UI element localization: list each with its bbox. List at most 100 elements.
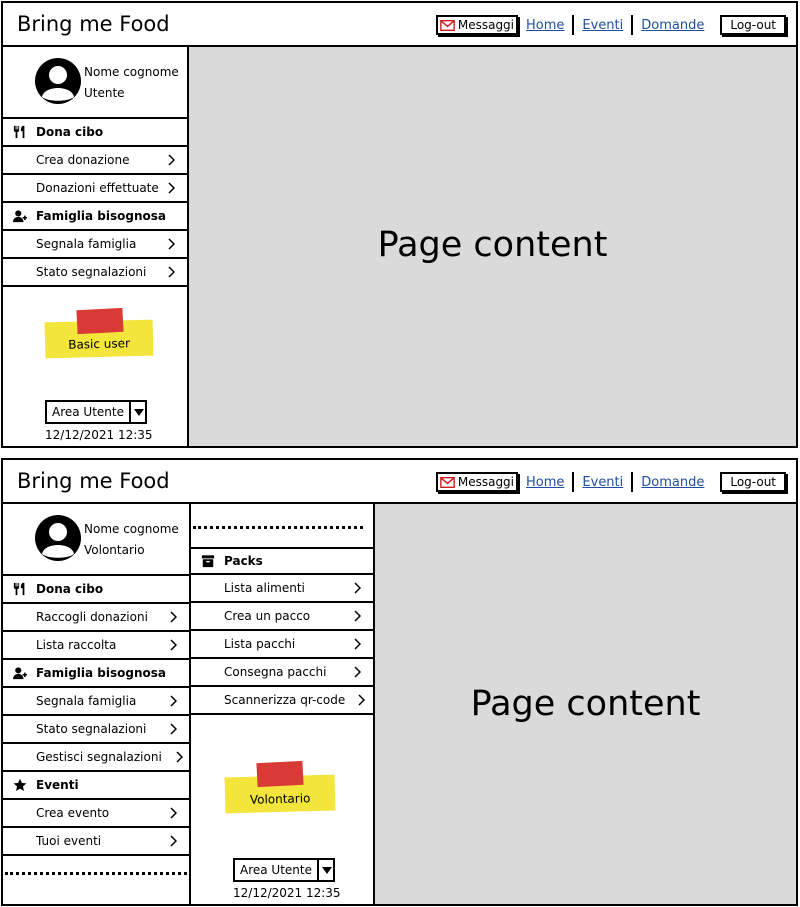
chevron-right-icon [170, 611, 177, 623]
dropdown-arrow-icon[interactable] [317, 858, 335, 882]
user-info: Nome cognome Volontario [84, 519, 179, 561]
sidebar-item-label: Segnala famiglia [36, 237, 137, 251]
chevron-right-icon [354, 638, 361, 650]
packs-item-scannerizza-qr-code[interactable]: Scannerizza qr-code [191, 687, 373, 715]
sidebar-item-tuoi-eventi[interactable]: Tuoi eventi [3, 828, 189, 856]
sidebar-item-label: Raccogli donazioni [36, 610, 148, 624]
top-nav: Messaggi Home Eventi Domande Log-out [435, 12, 786, 38]
sidebar: Nome cognome Volontario Dona cibo Raccog… [3, 504, 189, 904]
sidebar-item-label: Stato segnalazioni [36, 722, 147, 736]
chevron-right-icon [176, 751, 183, 763]
chevron-right-icon [354, 610, 361, 622]
area-select[interactable]: Area Utente [233, 858, 335, 882]
page-content: Page content [375, 504, 796, 904]
sidebar-item-crea-evento[interactable]: Crea evento [3, 800, 189, 828]
messages-button[interactable]: Messaggi [435, 472, 519, 492]
sidebar-item-label: Tuoi eventi [36, 834, 102, 848]
sidebar-item-label: Donazioni effettuate [36, 181, 159, 195]
questions-link[interactable]: Domande [633, 475, 712, 490]
chevron-right-icon [170, 835, 177, 847]
chevron-right-icon [168, 238, 175, 250]
tape [256, 760, 304, 788]
screen-volontario: Bring me Food Messaggi Home Eventi Doman… [1, 458, 798, 906]
dropdown-arrow-icon[interactable] [129, 400, 147, 424]
sidebar-item-label: Gestisci segnalazioni [36, 750, 162, 764]
chevron-right-icon [170, 639, 177, 651]
chevron-right-icon [168, 266, 175, 278]
packs-item-label: Scannerizza qr-code [224, 693, 346, 707]
packs-item-label: Consegna pacchi [224, 665, 327, 679]
section-label: Famiglia bisognosa [36, 209, 167, 223]
sidebar-item-label: Lista raccolta [36, 638, 117, 652]
chevron-right-icon [358, 694, 365, 706]
section-dona-cibo: Dona cibo [3, 576, 189, 604]
chevron-right-icon [354, 582, 361, 594]
section-famiglia-bisognosa: Famiglia bisognosa [3, 203, 187, 231]
section-label: Eventi [36, 778, 79, 792]
role-badge: Volontario [224, 760, 336, 814]
sidebar-item-crea-donazione[interactable]: Crea donazione [3, 147, 187, 175]
header: Bring me Food Messaggi Home Eventi Doman… [3, 3, 796, 47]
sidebar-item-raccogli-donazioni[interactable]: Raccogli donazioni [3, 604, 189, 632]
events-link[interactable]: Eventi [574, 475, 631, 490]
sidebar-item-label: Segnala famiglia [36, 694, 137, 708]
envelope-icon [440, 19, 455, 31]
avatar-icon [35, 58, 81, 104]
chevron-right-icon [170, 723, 177, 735]
sidebar-item-label: Stato segnalazioni [36, 265, 147, 279]
packs-item-crea-un-pacco[interactable]: Crea un pacco [191, 603, 373, 631]
logout-button[interactable]: Log-out [720, 15, 786, 35]
top-nav: Messaggi Home Eventi Domande Log-out [435, 469, 786, 495]
home-link[interactable]: Home [518, 475, 572, 490]
sidebar-item-segnala-famiglia[interactable]: Segnala famiglia [3, 688, 189, 716]
dotted-divider [193, 526, 363, 529]
section-label: Packs [224, 554, 263, 568]
packs-item-lista-pacchi[interactable]: Lista pacchi [191, 631, 373, 659]
sidebar-item-lista-raccolta[interactable]: Lista raccolta [3, 632, 189, 660]
section-label: Dona cibo [36, 582, 104, 596]
sidebar-item-stato-segnalazioni[interactable]: Stato segnalazioni [3, 716, 189, 744]
sidebar-item-segnala-famiglia[interactable]: Segnala famiglia [3, 231, 187, 259]
area-select[interactable]: Area Utente [45, 400, 147, 424]
role-badge: Basic user [44, 307, 154, 359]
chevron-right-icon [170, 807, 177, 819]
dotted-divider [5, 872, 187, 875]
archive-box-icon [201, 555, 215, 568]
questions-link[interactable]: Domande [633, 18, 712, 33]
page-content-label: Page content [377, 225, 608, 265]
user-name: Nome cognome [84, 522, 179, 536]
fork-knife-icon [13, 582, 25, 596]
sidebar-item-gestisci-segnalazioni[interactable]: Gestisci segnalazioni [3, 744, 189, 772]
packs-item-label: Crea un pacco [224, 609, 311, 623]
chevron-right-icon [354, 666, 361, 678]
sidebar: Nome cognome Utente Dona cibo Crea donaz… [3, 47, 189, 446]
chevron-right-icon [168, 182, 175, 194]
user-role: Utente [84, 86, 125, 100]
tape [76, 307, 124, 335]
packs-item-consegna-pacchi[interactable]: Consegna pacchi [191, 659, 373, 687]
user-profile: Nome cognome Utente [3, 47, 187, 119]
logout-button[interactable]: Log-out [720, 472, 786, 492]
screen-utente: Bring me Food Messaggi Home Eventi Doman… [1, 1, 798, 448]
packs-item-lista-alimenti[interactable]: Lista alimenti [191, 575, 373, 603]
events-link[interactable]: Eventi [574, 18, 631, 33]
sidebar-item-stato-segnalazioni[interactable]: Stato segnalazioni [3, 259, 187, 287]
star-icon [13, 778, 27, 791]
packs-panel: Packs Lista alimenti Crea un pacco Lista… [189, 504, 375, 904]
sidebar-item-donazioni-effettuate[interactable]: Donazioni effettuate [3, 175, 187, 203]
packs-item-label: Lista pacchi [224, 637, 296, 651]
user-role: Volontario [84, 543, 145, 557]
chevron-right-icon [168, 154, 175, 166]
section-famiglia-bisognosa: Famiglia bisognosa [3, 660, 189, 688]
add-user-icon [13, 210, 27, 223]
home-link[interactable]: Home [518, 18, 572, 33]
envelope-icon [440, 476, 455, 488]
sidebar-item-label: Crea evento [36, 806, 110, 820]
user-profile: Nome cognome Volontario [3, 504, 189, 576]
header: Bring me Food Messaggi Home Eventi Doman… [3, 460, 796, 504]
area-select-value: Area Utente [45, 400, 129, 424]
fork-knife-icon [13, 125, 25, 139]
chevron-right-icon [170, 695, 177, 707]
messages-button[interactable]: Messaggi [435, 15, 519, 35]
timestamp: 12/12/2021 12:35 [45, 428, 153, 442]
